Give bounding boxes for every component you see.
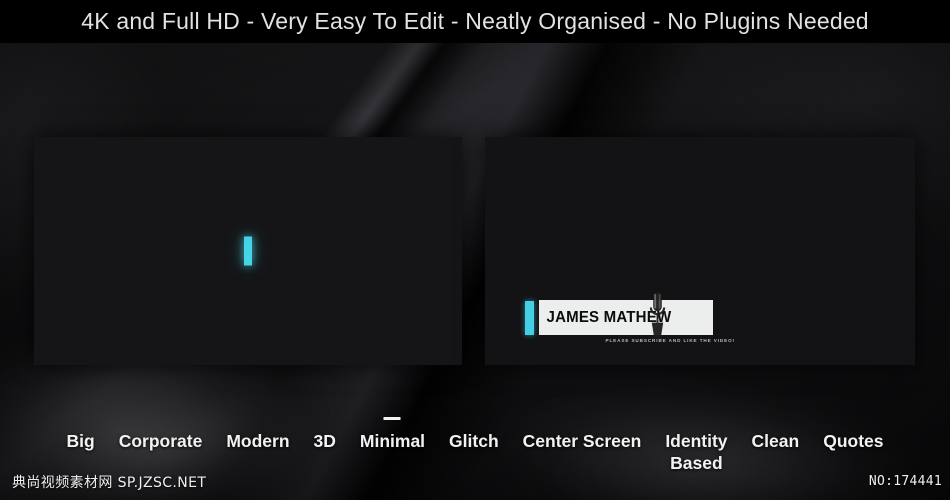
category-item-identity-based[interactable]: Identity Based — [665, 430, 727, 474]
header-bar: 4K and Full HD - Very Easy To Edit - Nea… — [0, 0, 950, 43]
category-item-minimal[interactable]: Minimal — [360, 430, 425, 452]
category-item-clean[interactable]: Clean — [752, 430, 800, 452]
category-bar: Big Corporate Modern 3D Minimal Glitch C… — [0, 430, 950, 474]
watermark-item-number: NO:174441 — [868, 474, 942, 489]
title-subline-text: PLEASE SUBSCRIBE AND LIKE THE VIDEO! — [605, 338, 735, 343]
lower-third-title-card: JAMES MATHEW PLEASE SUBSCRIBE AND LIKE T… — [525, 292, 734, 343]
preview-panel-left[interactable] — [34, 137, 462, 365]
preview-panel-right[interactable]: JAMES MATHEW PLEASE SUBSCRIBE AND LIKE T… — [485, 137, 915, 365]
screenshot-stage: 4K and Full HD - Very Easy To Edit - Nea… — [0, 0, 950, 500]
category-item-modern[interactable]: Modern — [226, 430, 289, 452]
category-item-glitch[interactable]: Glitch — [449, 430, 499, 452]
category-item-center-screen[interactable]: Center Screen — [523, 430, 642, 452]
category-item-corporate[interactable]: Corporate — [119, 430, 203, 452]
category-item-quotes[interactable]: Quotes — [823, 430, 883, 452]
title-accent-bar — [525, 301, 534, 335]
category-item-big[interactable]: Big — [66, 430, 94, 452]
microphone-icon — [649, 292, 666, 340]
watermark-site: 典尚视频素材网 SP.JZSC.NET — [12, 475, 207, 491]
header-title: 4K and Full HD - Very Easy To Edit - Nea… — [81, 8, 869, 34]
text-cursor-indicator — [244, 236, 252, 266]
title-name-box: JAMES MATHEW — [539, 300, 713, 335]
category-item-3d[interactable]: 3D — [314, 430, 336, 452]
